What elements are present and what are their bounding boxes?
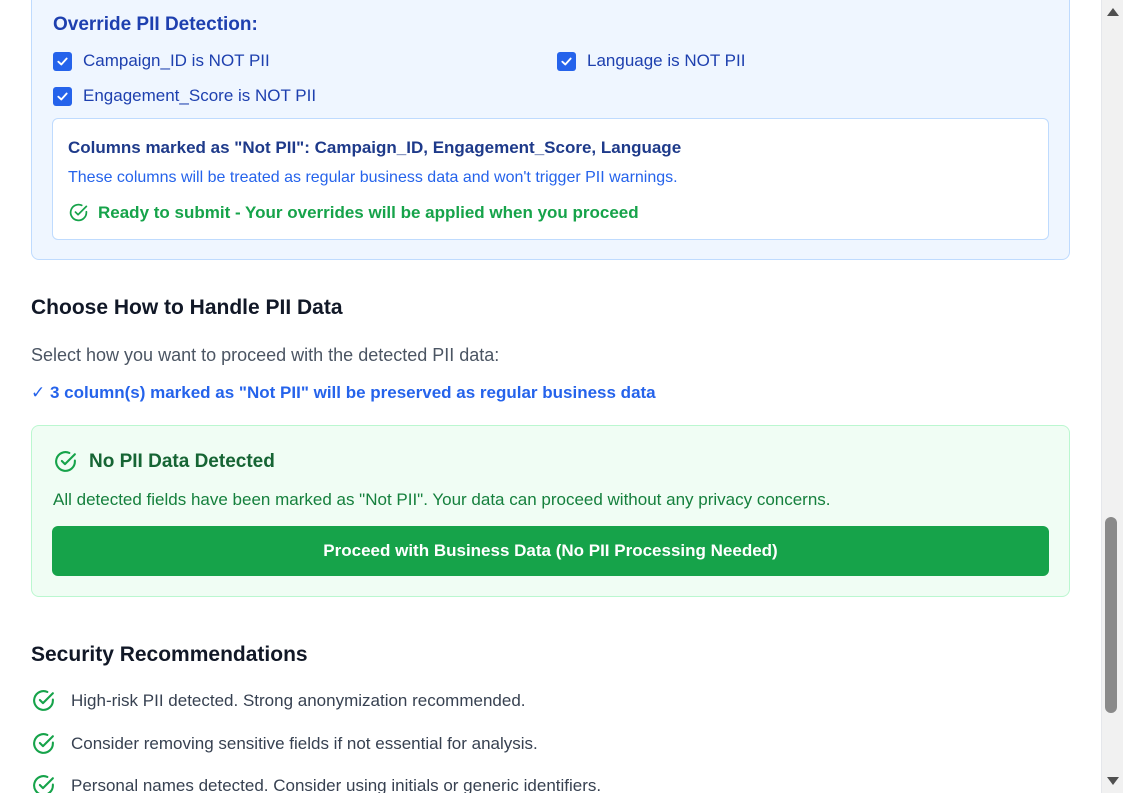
choose-subtitle: Select how you want to proceed with the …	[31, 345, 500, 365]
check-circle-icon	[33, 690, 54, 711]
checkbox-language[interactable]: Language is NOT PII	[557, 51, 745, 71]
check-icon[interactable]	[557, 51, 576, 71]
choose-section-title: Choose How to Handle PII Data	[31, 296, 343, 319]
check-circle-icon	[69, 203, 88, 222]
ready-status: Ready to submit - Your overrides will be…	[68, 202, 639, 223]
no-pii-header: No PII Data Detected	[53, 449, 275, 474]
recommendation-item: Consider removing sensitive fields if no…	[31, 731, 538, 756]
no-pii-title: No PII Data Detected	[89, 450, 275, 472]
override-title: Override PII Detection:	[53, 14, 258, 35]
check-circle-icon	[55, 451, 76, 472]
vertical-scrollbar[interactable]	[1101, 0, 1123, 793]
override-pii-panel: Override PII Detection: Campaign_ID is N…	[31, 0, 1070, 260]
recommendation-item: Personal names detected. Consider using …	[31, 773, 601, 793]
proceed-business-data-button[interactable]: Proceed with Business Data (No PII Proce…	[52, 526, 1049, 576]
check-circle-icon	[33, 775, 54, 793]
not-pii-note: ✓ 3 column(s) marked as "Not PII" will b…	[31, 383, 656, 402]
scroll-up-arrow-icon[interactable]	[1107, 8, 1119, 16]
ready-text: Ready to submit - Your overrides will be…	[98, 202, 639, 222]
check-icon[interactable]	[53, 86, 72, 106]
summary-description: These columns will be treated as regular…	[68, 169, 678, 186]
recommendation-item: High-risk PII detected. Strong anonymiza…	[31, 688, 526, 713]
page-viewport: Override PII Detection: Campaign_ID is N…	[0, 0, 1101, 793]
recommendation-text: High-risk PII detected. Strong anonymiza…	[71, 690, 526, 710]
checkbox-label: Campaign_ID is NOT PII	[83, 51, 270, 70]
checkbox-campaign-id[interactable]: Campaign_ID is NOT PII	[53, 51, 270, 71]
check-circle-icon	[33, 733, 54, 754]
checkbox-engagement-score[interactable]: Engagement_Score is NOT PII	[53, 86, 316, 106]
scroll-down-arrow-icon[interactable]	[1107, 777, 1119, 785]
checkbox-label: Engagement_Score is NOT PII	[83, 86, 317, 105]
recommendation-text: Personal names detected. Consider using …	[71, 775, 602, 793]
security-section-title: Security Recommendations	[31, 643, 308, 666]
no-pii-description: All detected fields have been marked as …	[53, 490, 831, 509]
summary-title: Columns marked as "Not PII": Campaign_ID…	[68, 138, 682, 157]
checkbox-label: Language is NOT PII	[587, 51, 746, 70]
recommendation-text: Consider removing sensitive fields if no…	[71, 733, 538, 753]
override-summary-box: Columns marked as "Not PII": Campaign_ID…	[52, 118, 1049, 240]
no-pii-panel: No PII Data Detected All detected fields…	[31, 425, 1070, 597]
check-icon[interactable]	[53, 51, 72, 71]
scrollbar-thumb[interactable]	[1105, 517, 1117, 713]
